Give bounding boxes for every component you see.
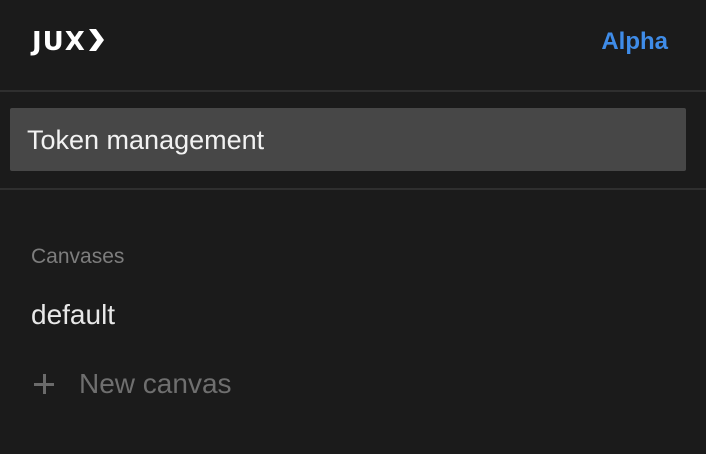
new-canvas-button[interactable]: New canvas: [33, 366, 232, 402]
logo-text: JUX: [32, 27, 86, 57]
canvases-section-label: Canvases: [31, 245, 125, 268]
sidebar: JUX Alpha Token management Canvases defa…: [0, 0, 706, 454]
token-management-label: Token management: [27, 124, 265, 155]
jux-logo[interactable]: JUX: [32, 28, 105, 56]
new-canvas-label: New canvas: [79, 368, 232, 399]
plus-icon: [33, 373, 55, 395]
chevron-right-icon: [87, 28, 105, 56]
alpha-badge: Alpha: [601, 28, 668, 55]
token-management-item[interactable]: Token management: [10, 108, 686, 171]
canvas-item-default[interactable]: default: [31, 298, 115, 332]
section-divider: [0, 188, 706, 190]
sidebar-header: JUX Alpha: [0, 0, 706, 92]
